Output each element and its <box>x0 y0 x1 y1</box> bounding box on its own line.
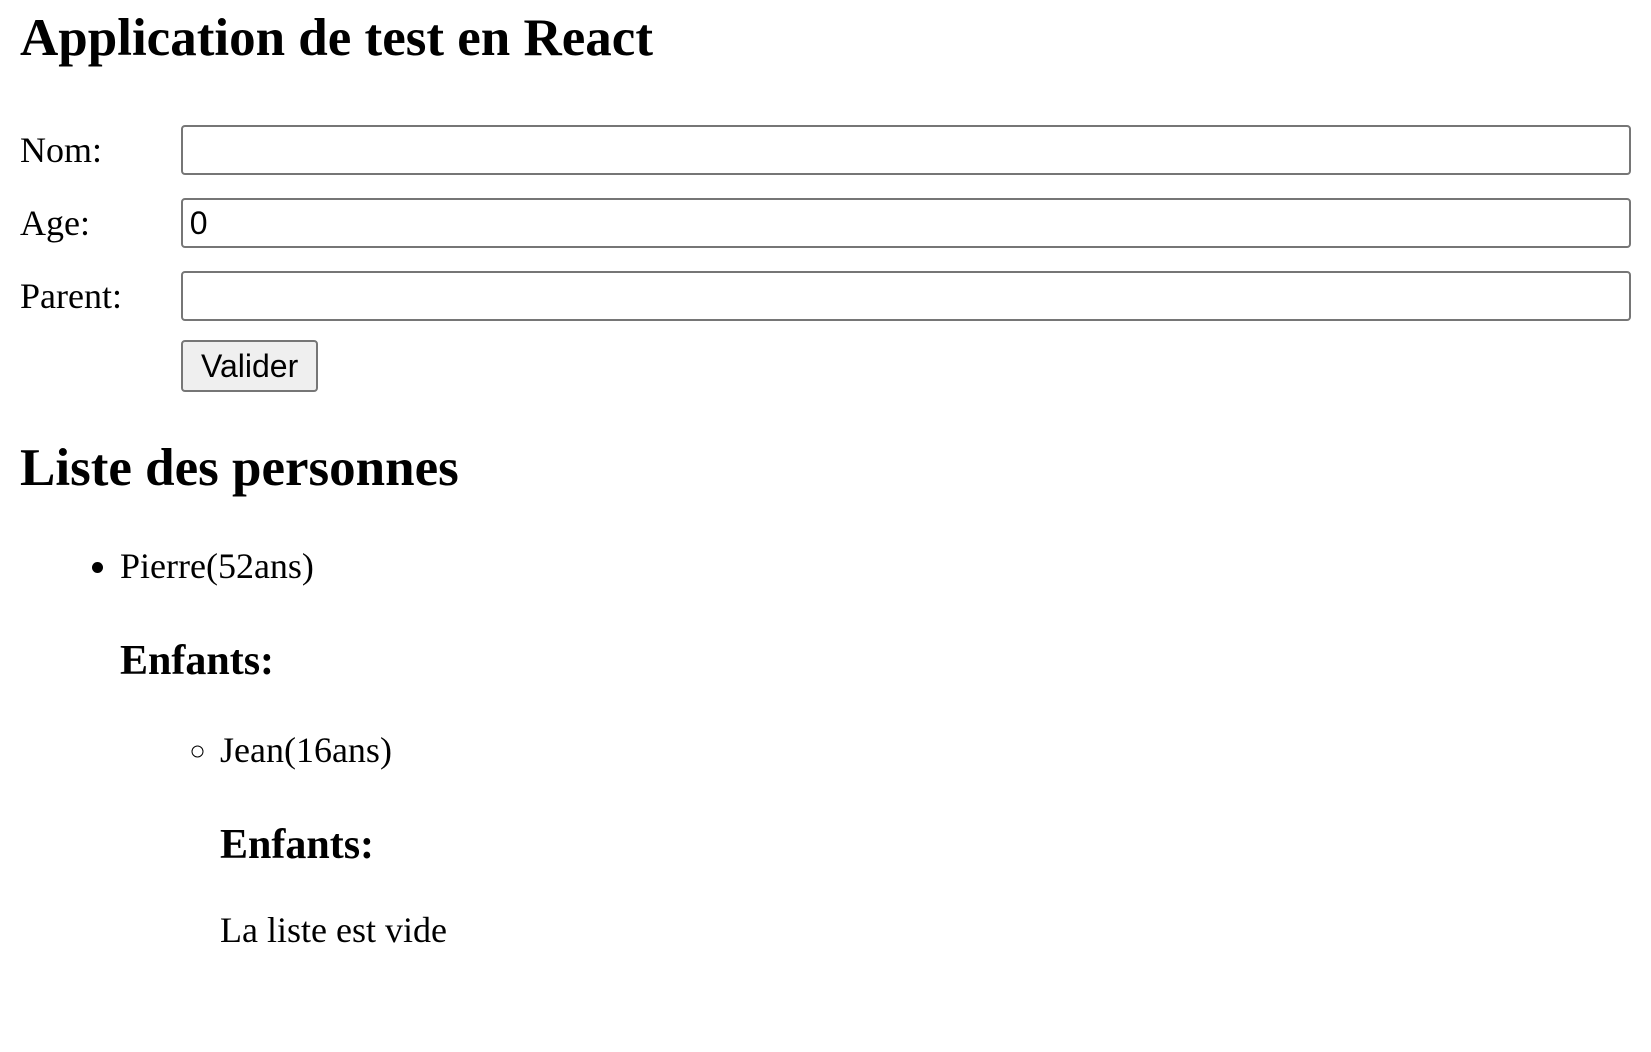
age-input[interactable] <box>180 198 1631 248</box>
person-list: Pierre(52ans) Enfants: Jean(16ans) Enfan… <box>20 544 1631 952</box>
person-item: Pierre(52ans) Enfants: Jean(16ans) Enfan… <box>120 544 1631 952</box>
page-title: Application de test en React <box>20 9 653 67</box>
child-list: Jean(16ans) Enfants: La liste est vide <box>120 728 1631 952</box>
empty-list-text: La liste est vide <box>220 910 447 950</box>
nom-input[interactable] <box>180 125 1631 175</box>
child-item: Jean(16ans) Enfants: La liste est vide <box>220 728 1631 952</box>
age-label: Age: <box>20 203 90 243</box>
nom-label: Nom: <box>20 130 103 170</box>
child-label: Jean(16ans) <box>220 730 392 770</box>
valider-button[interactable]: Valider <box>181 340 319 392</box>
form-row-parent: Parent: <box>20 270 1631 322</box>
form-row-age: Age: <box>20 197 1631 249</box>
person-form: Nom: Age: Parent: Valider <box>20 124 1631 392</box>
button-row: Valider <box>20 340 1631 392</box>
parent-input[interactable] <box>180 271 1631 321</box>
person-label: Pierre(52ans) <box>120 546 314 586</box>
person-list-title: Liste des personnes <box>20 439 459 497</box>
children-heading: Enfants: <box>120 638 275 684</box>
grandchildren-heading: Enfants: <box>220 822 375 868</box>
parent-label: Parent: <box>20 276 122 316</box>
form-row-nom: Nom: <box>20 124 1631 176</box>
page: Application de test en React Nom: Age: P… <box>0 0 1651 952</box>
